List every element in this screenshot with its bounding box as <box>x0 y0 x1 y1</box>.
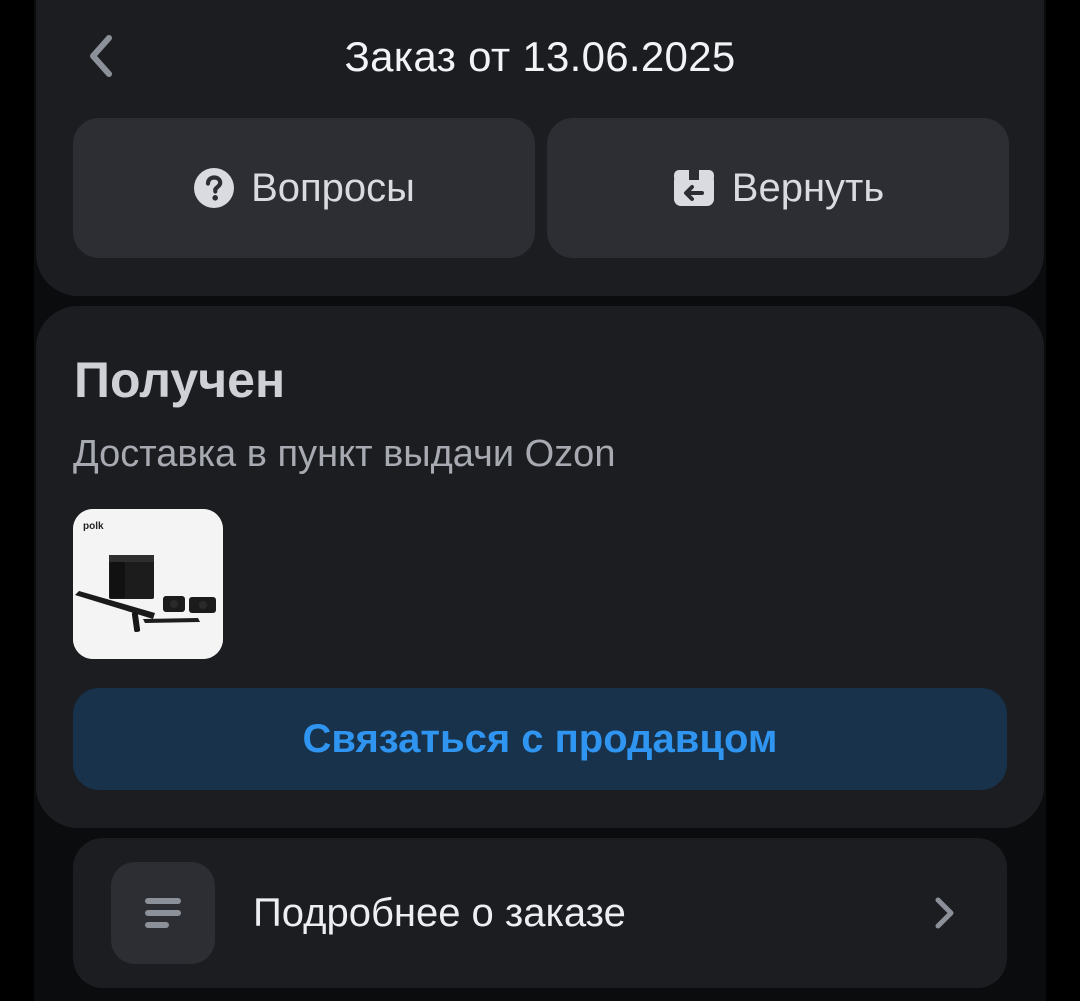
delivery-method: Доставка в пункт выдачи Ozon <box>73 433 616 475</box>
order-details-label: Подробнее о заказе <box>253 891 626 935</box>
return-label: Вернуть <box>731 165 885 210</box>
return-box-icon <box>673 170 714 206</box>
questions-button[interactable]: Вопросы <box>73 118 535 258</box>
questions-label: Вопросы <box>251 165 415 210</box>
contact-seller-button[interactable]: Связаться с продавцом <box>73 688 1007 790</box>
page-title: Заказ от 13.06.2025 <box>344 33 736 80</box>
order-status-title: Получен <box>74 352 286 408</box>
back-button[interactable] <box>78 30 122 82</box>
question-circle-icon <box>194 168 235 208</box>
chevron-right-icon <box>935 897 954 929</box>
contact-seller-label: Связаться с продавцом <box>302 716 778 761</box>
details-icon-container <box>111 862 215 964</box>
chevron-left-icon <box>90 35 112 77</box>
product-brand-logo: polk <box>83 521 104 532</box>
product-image: polk <box>73 509 223 659</box>
product-thumbnail[interactable]: polk <box>73 509 223 659</box>
return-button[interactable]: Вернуть <box>547 118 1009 258</box>
order-details-row[interactable]: Подробнее о заказе <box>73 838 1007 988</box>
lines-icon <box>145 898 181 928</box>
